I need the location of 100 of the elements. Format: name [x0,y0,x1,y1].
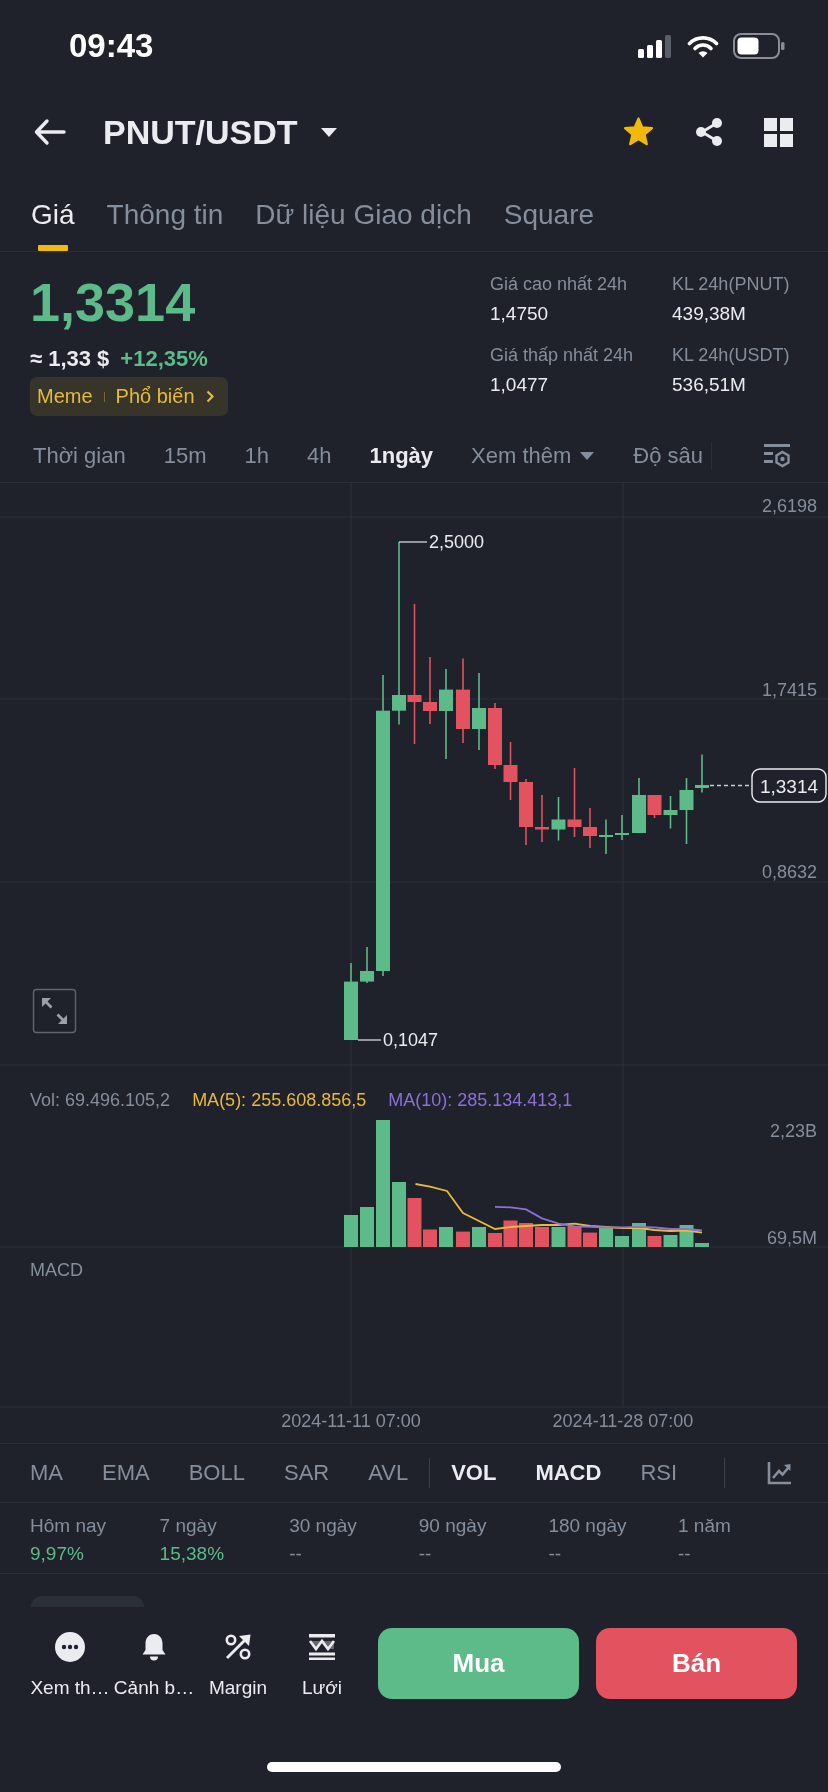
toolbar-button[interactable]: Lưới [280,1607,364,1701]
indicator-tab[interactable]: BOLL [188,1460,245,1486]
time-axis-label: 2024-11-28 07:00 [552,1411,694,1431]
chevron-right-icon [205,390,214,403]
fiat-price: ≈ 1,33 $ [30,345,110,373]
zigzag-chart-icon [307,1632,337,1662]
period-label: 180 ngày [548,1514,627,1538]
volume-bar [583,1232,597,1247]
indicator-tab[interactable]: MACD [535,1460,602,1486]
pair-title[interactable]: PNUT/USDT [103,112,298,152]
toolbar-button[interactable]: Cảnh b… [112,1607,196,1701]
stat-value: 1,4750 [490,302,550,326]
change-value: -- [677,1542,691,1566]
volume-bar [519,1223,533,1247]
stat-label: KL 24h(USDT) [672,344,791,367]
last-price-line [709,784,750,787]
wifi-icon [687,34,719,58]
stat-value: 1,0477 [490,373,550,397]
volume-bar [472,1227,486,1247]
interval-option[interactable]: 1ngày [369,443,434,469]
volume-bar [535,1227,549,1247]
interval-option[interactable]: Xem thêm [471,443,596,469]
volume-bar [567,1226,582,1247]
indicator-tab[interactable]: EMA [102,1460,150,1486]
stat-label: Giá cao nhất 24h [490,273,629,296]
change-value: -- [289,1542,302,1566]
low-price-label: 0,1047 [383,1030,439,1050]
toolbar-button[interactable]: Xem th… [28,1607,112,1701]
status-time: 09:43 [69,27,154,65]
volume-bar [615,1236,629,1247]
battery-icon [733,33,785,59]
period-label: 7 ngày [159,1514,217,1538]
indicator-tab[interactable]: AVL [368,1460,409,1486]
price-axis-label: 1,7415 [761,680,817,700]
chart-settings-icon[interactable] [764,444,790,468]
volume-bar [344,1215,358,1247]
candle [519,778,533,846]
volume-legend-text: MA(10): 285.134.413,1 [388,1090,573,1110]
candle [503,741,518,801]
change-value: 9,97% [30,1542,84,1566]
change-value: -- [418,1542,432,1566]
leader-line [357,1039,382,1041]
expand-icon[interactable] [32,988,77,1034]
last-price-tag: 1,3314 [751,768,827,803]
candle [615,814,629,841]
change-value: 15,38% [159,1542,225,1566]
time-axis-label: 2024-11-11 07:00 [281,1411,421,1431]
tag-text: Phổ biến [115,385,195,408]
stat-value: 536,51M [672,373,747,397]
indicator-tab[interactable]: VOL [451,1460,497,1486]
leader-line [398,541,428,543]
volume-bar [360,1207,374,1247]
candle [488,702,502,770]
tab[interactable]: Dữ liệu Giao dịch [255,198,472,251]
toolbar-button[interactable]: Margin [196,1607,280,1701]
price-axis-label: 0,8632 [761,862,817,882]
tag-text: Meme [37,385,93,408]
volume-axis-label: 69,5M [766,1228,817,1248]
period-label: Hôm nay [30,1514,107,1538]
volume-legend-text: Vol: 69.496.105,2 [30,1090,171,1110]
stat-label: KL 24h(PNUT) [672,273,791,296]
period-label: 1 năm [677,1514,731,1538]
candle [599,818,613,855]
volume-bar [439,1227,453,1247]
high-price-label: 2,5000 [429,532,485,552]
volume-bar [392,1182,406,1247]
change-value: -- [548,1542,562,1566]
volume-legend-text: MA(5): 255.608.856,5 [192,1090,367,1110]
indicator-tab[interactable]: MA [30,1460,63,1486]
interval-option[interactable]: 15m [163,443,207,469]
sell-button[interactable]: Bán [596,1628,797,1699]
stat-value: 439,38M [672,302,747,326]
last-price: 1,3314 [30,272,196,332]
interval-option[interactable]: Thời gian [33,443,126,469]
volume-bar [456,1231,470,1247]
caret-down-icon[interactable] [319,126,338,138]
indicator-tab[interactable]: RSI [640,1460,678,1486]
indicator-tab[interactable]: SAR [283,1460,330,1486]
volume-axis-label: 2,23B [769,1121,817,1141]
period-label: 30 ngày [289,1514,357,1538]
interval-option[interactable]: Độ sâu [633,443,704,469]
chart-line-icon[interactable] [767,1461,792,1485]
volume-bar [599,1228,613,1247]
interval-option[interactable]: 1h [244,443,269,469]
tab[interactable]: Thông tin [106,198,224,251]
price-axis-label: 2,6198 [761,496,817,516]
tab[interactable]: Square [503,198,595,251]
back-icon[interactable] [34,118,66,146]
tag-chip[interactable]: Meme Phổ biến [30,377,228,416]
candle [360,946,374,984]
star-icon[interactable] [623,117,654,147]
price-change: +12,35% [120,345,208,373]
share-icon[interactable] [694,117,724,147]
volume-bar [551,1227,566,1247]
tab[interactable]: Giá [31,198,75,251]
period-label: 90 ngày [418,1514,487,1538]
interval-option[interactable]: 4h [307,443,332,469]
candle [535,794,549,843]
stat-label: Giá thấp nhất 24h [490,344,635,367]
grid-icon[interactable] [764,117,793,147]
